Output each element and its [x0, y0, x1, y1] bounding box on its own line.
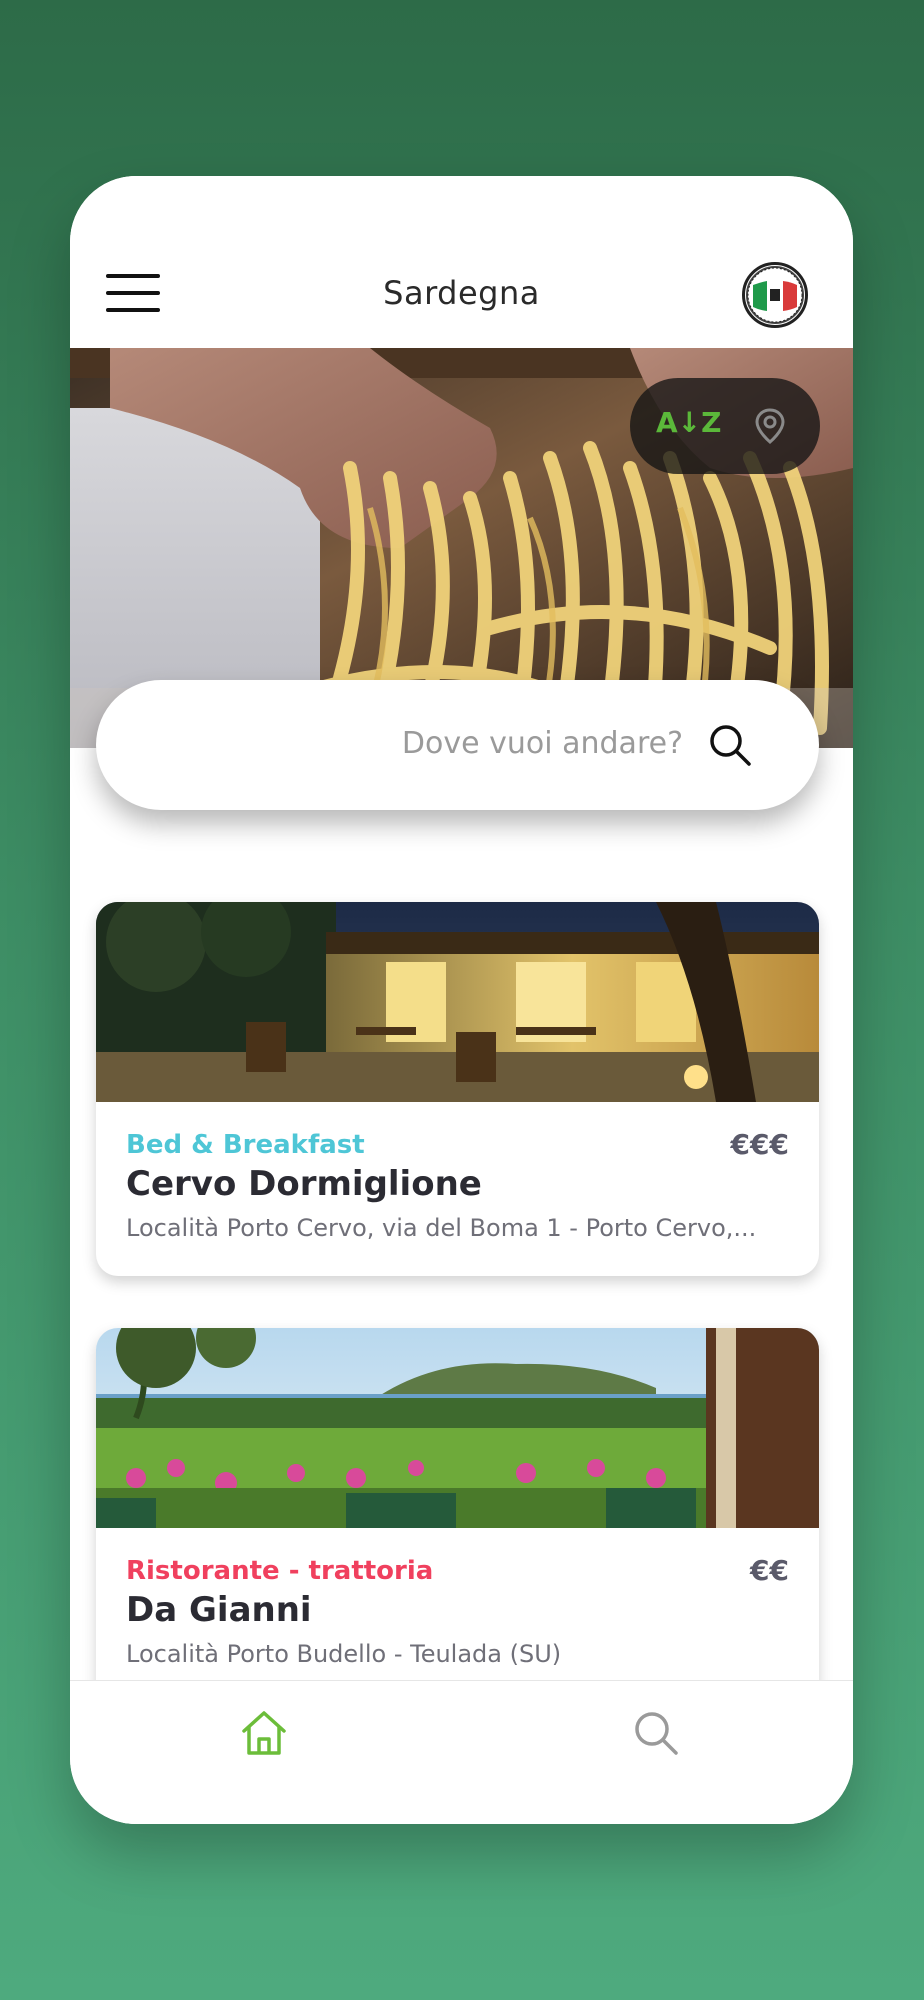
search-input[interactable]: Dove vuoi andare?	[402, 726, 683, 761]
listing-price: €€	[750, 1554, 789, 1587]
listing-photo	[96, 1328, 819, 1528]
sort-toggle[interactable]: A↓Z	[630, 378, 820, 474]
page-title: Sardegna	[383, 274, 540, 312]
location-pin-icon[interactable]	[750, 406, 790, 446]
listing-card[interactable]: Ristorante - trattoria €€ Da Gianni Loca…	[96, 1328, 819, 1702]
listing-name: Da Gianni	[126, 1590, 312, 1630]
nav-search-icon[interactable]	[632, 1709, 680, 1757]
italian-flag-icon[interactable]	[742, 262, 808, 328]
phone-frame: Sardegna A↓Z Dove vuoi andare? Bed & Bre…	[70, 176, 853, 1824]
listing-category: Bed & Breakfast	[126, 1130, 365, 1160]
sort-alpha-icon[interactable]: A↓Z	[656, 406, 721, 439]
top-bar: Sardegna	[70, 176, 853, 348]
home-icon[interactable]	[238, 1707, 290, 1759]
listing-card[interactable]: Bed & Breakfast €€€ Cervo Dormiglione Lo…	[96, 902, 819, 1276]
listing-price: €€€	[730, 1128, 789, 1161]
listing-address: Località Porto Cervo, via del Boma 1 - P…	[126, 1214, 757, 1242]
listing-name: Cervo Dormiglione	[126, 1164, 482, 1204]
listing-category: Ristorante - trattoria	[126, 1556, 434, 1586]
listing-photo	[96, 902, 819, 1102]
search-bar[interactable]: Dove vuoi andare?	[96, 680, 819, 810]
bottom-nav	[70, 1680, 853, 1824]
search-icon[interactable]	[707, 722, 753, 768]
listing-address: Località Porto Budello - Teulada (SU)	[126, 1640, 562, 1668]
